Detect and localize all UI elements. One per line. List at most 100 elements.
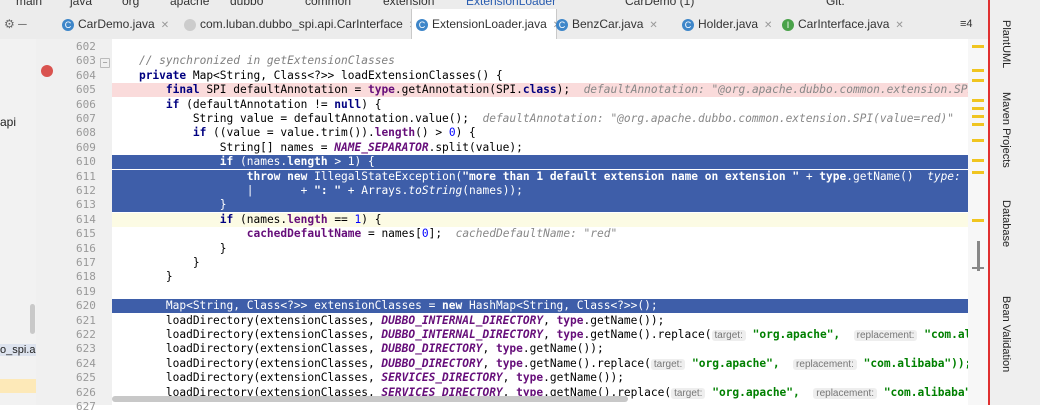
tab-label: BenzCar.java <box>572 17 644 31</box>
code-line[interactable]: cachedDefaultName = names[0]; cachedDefa… <box>112 227 988 241</box>
code-line[interactable]: loadDirectory(extensionClasses, DUBBO_DI… <box>112 357 988 371</box>
code-line[interactable]: // synchronized in getExtensionClasses <box>112 54 988 68</box>
code-line[interactable]: loadDirectory(extensionClasses, DUBBO_IN… <box>112 328 988 342</box>
close-icon[interactable]: ✕ <box>895 20 903 31</box>
code-editor[interactable]: // synchronized in getExtensionClasses p… <box>112 39 988 405</box>
breadcrumb-extensionloader[interactable]: ExtensionLoader <box>466 0 556 8</box>
code-line[interactable]: loadDirectory(extensionClasses, DUBBO_IN… <box>112 314 988 328</box>
breadcrumb-org[interactable]: org <box>122 0 139 8</box>
tab-item[interactable]: CExtensionLoader.java✕ <box>411 9 561 40</box>
project-panel-scrollbar[interactable] <box>30 304 35 334</box>
code-text: // synchronized in getExtensionClasses <box>138 54 395 68</box>
code-line[interactable]: loadDirectory(extensionClasses, SERVICES… <box>112 371 988 385</box>
line-number: 623 <box>76 342 96 356</box>
navigation-bar: main java org apache dubbo common extens… <box>0 0 1040 9</box>
git-label: Git: <box>826 0 845 8</box>
line-number: 609 <box>76 140 96 154</box>
code-line[interactable]: } <box>112 270 988 284</box>
plantuml-tool-button[interactable]: PlantUML <box>1000 20 1012 68</box>
tab-item[interactable]: com.luban.dubbo_spi.api.CarInterface✕ <box>180 9 417 39</box>
horizontal-scrollbar[interactable] <box>112 396 628 402</box>
inline-debug-value: type: <box>927 169 968 183</box>
close-icon[interactable]: ✕ <box>764 20 772 31</box>
code-line[interactable]: if (names.length == 1) { <box>112 212 988 227</box>
code-line[interactable]: String[] names = NAME_SEPARATOR.split(va… <box>112 141 988 155</box>
line-number: 604 <box>76 68 96 82</box>
tab-item[interactable]: C Holder.java ✕ <box>678 9 777 39</box>
code-line[interactable] <box>112 285 988 299</box>
code-text: loadDirectory(extensionClasses, DUBBO_DI… <box>112 342 604 356</box>
interface-icon: I <box>782 18 794 31</box>
code-line[interactable]: } <box>112 256 988 270</box>
code-text: } <box>112 198 227 212</box>
code-line[interactable]: | + ": " + Arrays.toString(names)); <box>112 184 988 198</box>
code-line[interactable] <box>112 40 988 54</box>
line-number: 610 <box>76 155 96 169</box>
breadcrumb-apache[interactable]: apache <box>170 0 209 8</box>
line-number: 613 <box>76 198 96 212</box>
class-icon: C <box>62 18 74 31</box>
line-number: 603 <box>76 54 96 68</box>
code-line[interactable]: String value = defaultAnnotation.value()… <box>112 112 988 126</box>
code-text: } <box>112 256 200 269</box>
line-number: 617 <box>76 256 96 269</box>
line-number: 626 <box>76 385 96 399</box>
code-text: if (names.length > 1) { <box>219 155 375 169</box>
code-line[interactable]: throw new IllegalStateException("more th… <box>112 169 988 184</box>
code-text: String[] names = NAME_SEPARATOR.split(va… <box>112 140 523 154</box>
tool-window-strip: PlantUML Maven Projects Database Bean Va… <box>988 0 1040 405</box>
code-line[interactable]: Map<String, Class<?>> extensionClasses =… <box>112 299 988 314</box>
code-text: cachedDefaultName = names[0]; <box>246 227 443 241</box>
project-tree-item[interactable]: o_spi.a <box>0 344 36 356</box>
line-number: 607 <box>76 112 96 125</box>
editor-tab-bar: ⚙ ─ C CarDemo.java ✕ com.luban.dubbo_spi.ap… <box>0 9 990 40</box>
line-number: 627 <box>76 400 96 413</box>
class-icon: C <box>682 18 694 31</box>
tab-label: CarInterface.java <box>798 17 890 31</box>
breadcrumb-java[interactable]: java <box>70 0 92 8</box>
code-line[interactable]: loadDirectory(extensionClasses, DUBBO_DI… <box>112 342 988 356</box>
tab-item[interactable]: I CarInterface.java ✕ <box>778 9 904 39</box>
code-line[interactable]: if ((value = value.trim()).length() > 0)… <box>112 126 988 140</box>
code-line[interactable]: final SPI defaultAnnotation = type.getAn… <box>112 83 988 98</box>
code-text: private Map<String, Class<?>> loadExtens… <box>138 68 503 82</box>
line-number: 624 <box>76 356 96 370</box>
run-config-select[interactable]: CarDemo (1) <box>625 0 694 8</box>
line-number: 611 <box>76 169 96 183</box>
editor-error-stripe[interactable] <box>968 39 988 405</box>
gear-icon[interactable]: ⚙ ─ <box>0 9 27 39</box>
breadcrumb-common[interactable]: common <box>305 0 351 8</box>
line-number: 602 <box>76 40 96 53</box>
code-line[interactable]: } <box>112 198 988 213</box>
line-number: 606 <box>76 97 96 111</box>
breadcrumb-dubbo[interactable]: dubbo <box>230 0 263 8</box>
line-number: 616 <box>76 241 96 255</box>
code-line[interactable]: if (defaultAnnotation != null) { <box>112 98 988 112</box>
breakpoint-icon[interactable] <box>41 65 53 77</box>
breadcrumb-main[interactable]: main <box>16 0 42 8</box>
line-number: 614 <box>76 212 96 226</box>
tab-item[interactable]: C BenzCar.java ✕ <box>552 9 676 39</box>
line-number: 619 <box>76 284 96 298</box>
close-icon[interactable]: ✕ <box>161 20 169 31</box>
code-text: loadDirectory(extensionClasses, DUBBO_DI… <box>112 356 651 370</box>
project-panel: api o_spi.a <box>0 39 37 405</box>
code-line[interactable]: } <box>112 242 988 256</box>
database-tool-button[interactable]: Database <box>1000 200 1012 247</box>
project-tree-item-highlight <box>0 379 36 393</box>
code-text: } <box>112 241 227 255</box>
tab-item[interactable]: C CarDemo.java ✕ <box>58 9 180 39</box>
line-number: 622 <box>76 328 96 341</box>
maven-tool-button[interactable]: Maven Projects <box>1000 92 1012 168</box>
code-line[interactable]: private Map<String, Class<?>> loadExtens… <box>112 69 988 83</box>
tab-overflow-button[interactable]: ≡4 <box>956 9 973 39</box>
inline-debug-value: defaultAnnotation: "@org.apache.dubbo.co… <box>482 112 954 125</box>
inline-debug-value: defaultAnnotation: "@org.apache.dubbo.co… <box>583 83 988 97</box>
breadcrumb-extension[interactable]: extension <box>383 0 434 8</box>
bean-validation-tool-button[interactable]: Bean Validation <box>1000 296 1012 372</box>
close-icon[interactable]: ✕ <box>649 20 657 31</box>
tab-label: ExtensionLoader.java <box>432 17 547 31</box>
project-tree-item[interactable]: api <box>0 115 16 129</box>
tab-label: com.luban.dubbo_spi.api.CarInterface <box>200 17 403 31</box>
code-line[interactable]: if (names.length > 1) { <box>112 155 988 170</box>
